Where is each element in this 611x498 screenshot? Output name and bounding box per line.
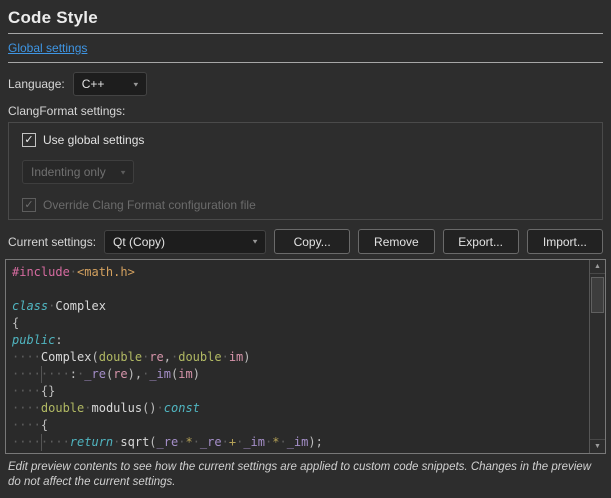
indent-guide bbox=[41, 366, 42, 383]
override-clangformat-checkbox-row: ✓ Override Clang Format configuration fi… bbox=[22, 198, 589, 212]
code-line: class·Complex bbox=[12, 298, 589, 315]
code-line bbox=[12, 281, 589, 298]
code-line: ····Complex(double·re,·double·im) bbox=[12, 349, 589, 366]
use-global-settings-checkbox[interactable]: ✓ bbox=[22, 133, 36, 147]
current-settings-label: Current settings: bbox=[8, 235, 96, 249]
code-line: ········:·_re(re),·_im(im) bbox=[12, 366, 589, 383]
current-settings-row: Current settings: Qt (Copy) ▼ Copy... Re… bbox=[8, 229, 603, 254]
use-global-settings-checkbox-row: ✓ Use global settings bbox=[22, 133, 589, 147]
override-clangformat-label: Override Clang Format configuration file bbox=[43, 198, 256, 212]
indenting-mode-value: Indenting only bbox=[31, 165, 113, 179]
scroll-up-icon: ▲ bbox=[594, 263, 601, 270]
code-editor-content[interactable]: #include·<math.h>class·Complex{public:··… bbox=[6, 260, 589, 453]
code-line: ····{ bbox=[12, 417, 589, 434]
chevron-down-icon: ▼ bbox=[119, 168, 127, 175]
import-button[interactable]: Import... bbox=[527, 229, 603, 254]
language-combobox-value: C++ bbox=[82, 77, 126, 91]
remove-button[interactable]: Remove bbox=[358, 229, 434, 254]
scrollbar-thumb[interactable] bbox=[591, 277, 604, 313]
clangformat-group-label: ClangFormat settings: bbox=[8, 104, 603, 118]
code-line: ········return·sqrt(_re·*·_re·+·_im·*·_i… bbox=[12, 434, 589, 451]
code-line: #include·<math.h> bbox=[12, 264, 589, 281]
global-settings-link[interactable]: Global settings bbox=[8, 41, 87, 55]
use-global-settings-label: Use global settings bbox=[43, 133, 144, 147]
footer-note: Edit preview contents to see how the cur… bbox=[8, 460, 603, 490]
code-line: public: bbox=[12, 332, 589, 349]
language-label: Language: bbox=[8, 77, 65, 91]
page-header: Code Style bbox=[8, 8, 603, 34]
code-line: ····double·modulus()·const bbox=[12, 400, 589, 417]
editor-scrollbar[interactable]: ▲ ▼ bbox=[589, 260, 605, 453]
language-row: Language: C++ ▼ bbox=[8, 72, 603, 96]
scroll-down-button[interactable]: ▼ bbox=[590, 439, 605, 453]
check-icon: ✓ bbox=[24, 200, 33, 211]
clangformat-group-box: ✓ Use global settings Indenting only ▼ ✓… bbox=[8, 122, 603, 220]
scroll-up-button[interactable]: ▲ bbox=[590, 260, 605, 274]
language-combobox[interactable]: C++ ▼ bbox=[73, 72, 147, 96]
current-settings-combobox[interactable]: Qt (Copy) ▼ bbox=[104, 230, 266, 254]
scroll-down-icon: ▼ bbox=[594, 443, 601, 450]
code-line: { bbox=[12, 315, 589, 332]
copy-button[interactable]: Copy... bbox=[274, 229, 350, 254]
code-line: ····{} bbox=[12, 383, 589, 400]
check-icon: ✓ bbox=[24, 135, 33, 146]
indent-guide bbox=[41, 434, 42, 451]
chevron-down-icon: ▼ bbox=[132, 80, 140, 87]
override-clangformat-checkbox: ✓ bbox=[22, 198, 36, 212]
export-button[interactable]: Export... bbox=[443, 229, 519, 254]
indenting-mode-combobox: Indenting only ▼ bbox=[22, 160, 134, 184]
code-preview-editor[interactable]: #include·<math.h>class·Complex{public:··… bbox=[5, 259, 606, 454]
global-settings-row: Global settings bbox=[8, 41, 603, 63]
page-title: Code Style bbox=[8, 8, 603, 28]
chevron-down-icon: ▼ bbox=[251, 238, 259, 245]
current-settings-value: Qt (Copy) bbox=[113, 235, 245, 249]
